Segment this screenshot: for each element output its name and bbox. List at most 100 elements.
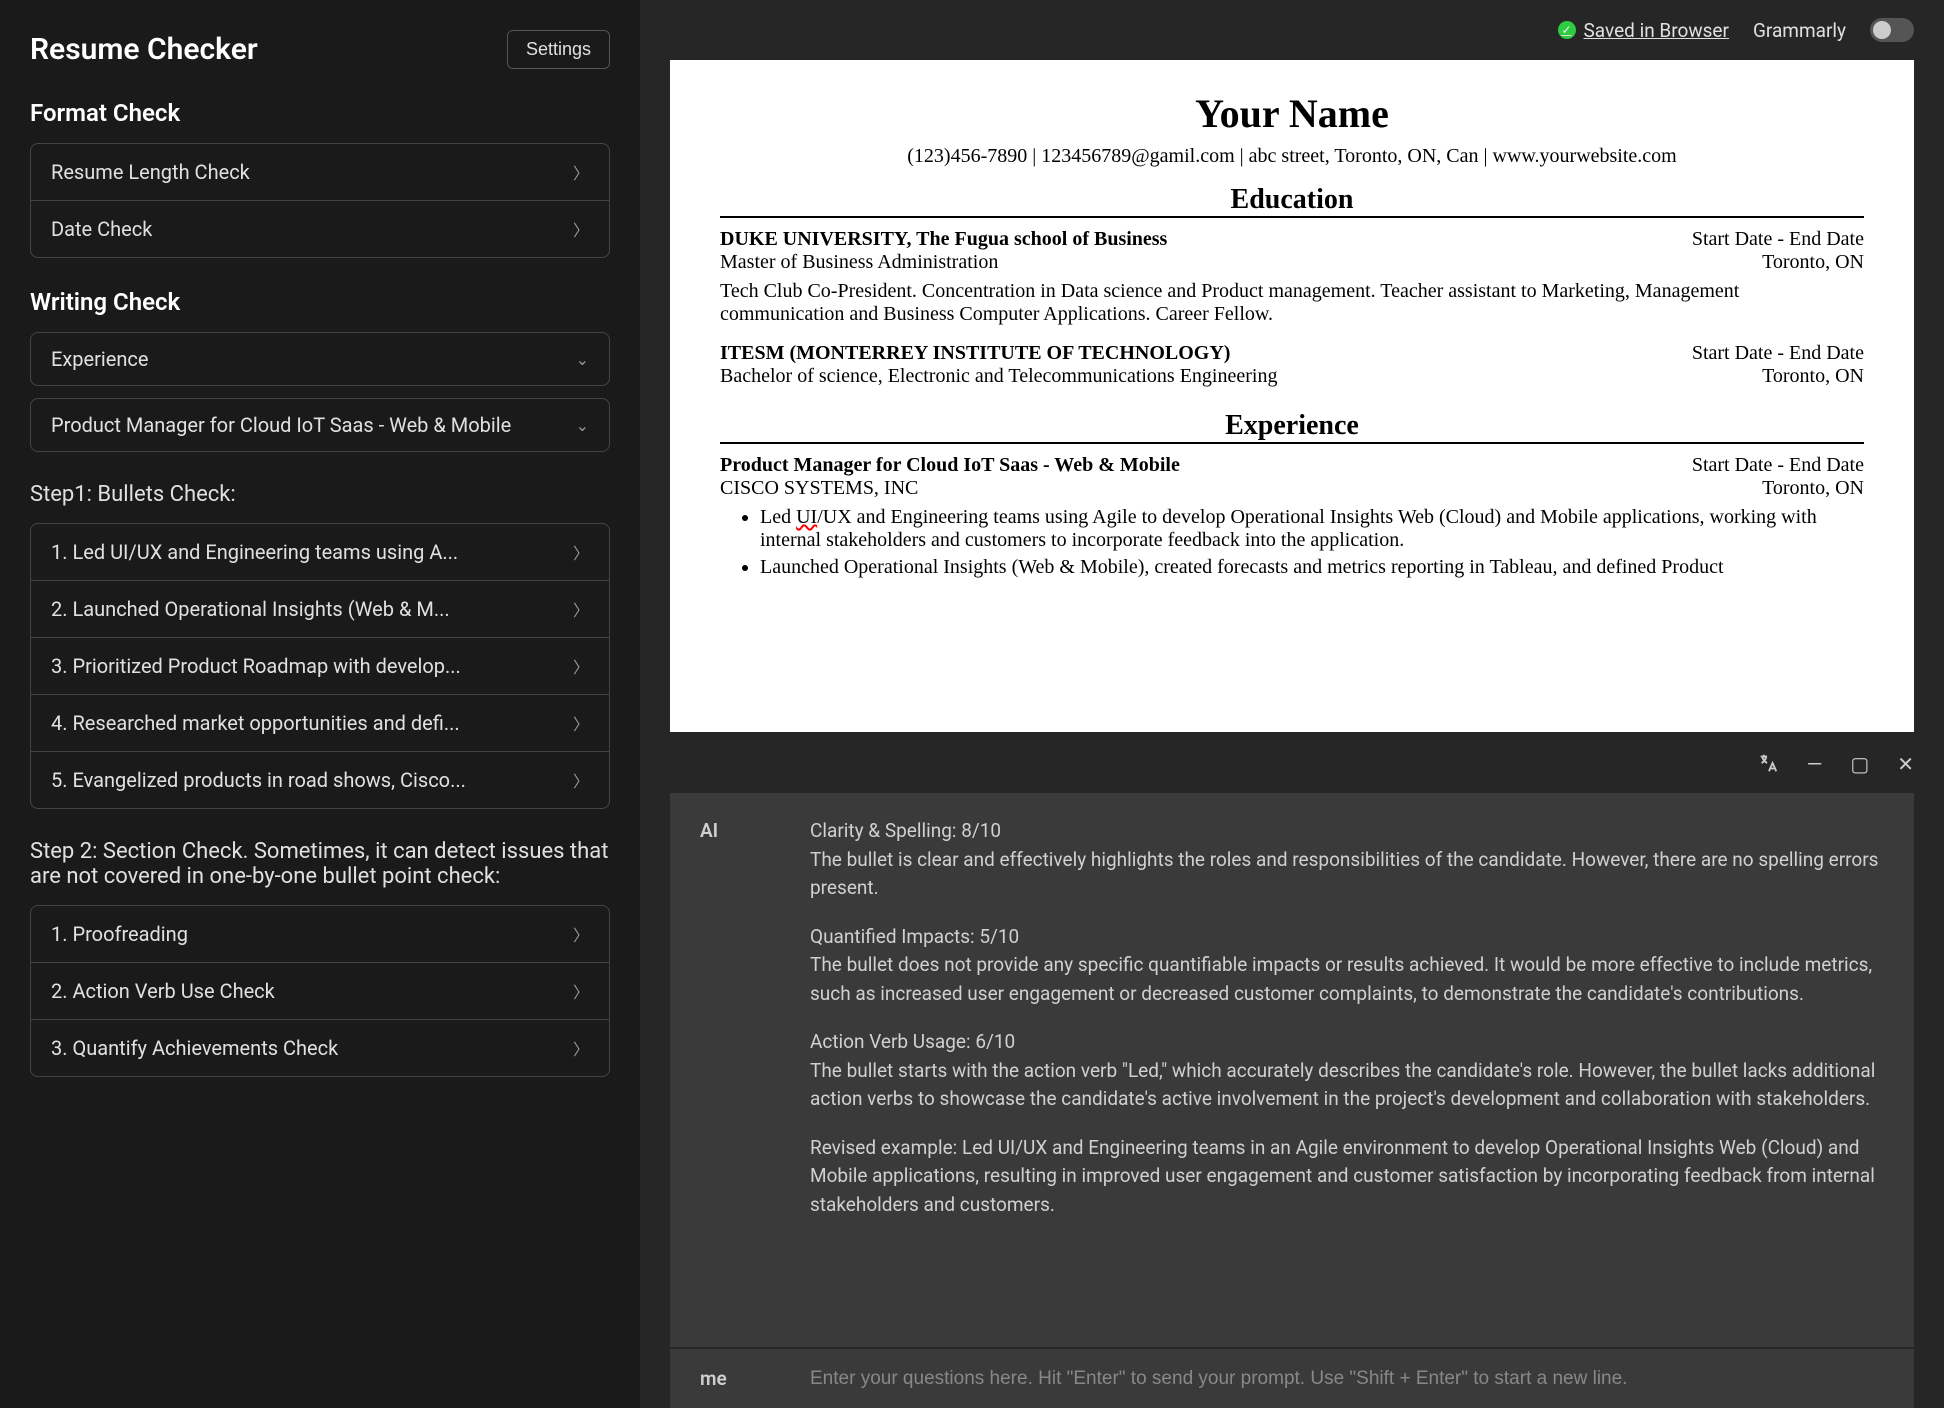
edu1-school: DUKE UNIVERSITY, The Fugua school of Bus… <box>720 228 1167 251</box>
ai-speaker-label: AI <box>700 817 780 1323</box>
quantify-check-row[interactable]: 3. Quantify Achievements Check 〉 <box>31 1020 609 1076</box>
spelling-error: UI <box>796 506 817 528</box>
ai-panel-controls: — ▢ ✕ <box>670 742 1914 793</box>
exp1-dates: Start Date - End Date <box>1692 454 1864 477</box>
main-area: ✓ Saved in Browser Grammarly Your Name (… <box>640 0 1944 1408</box>
verb-body: The bullet starts with the action verb "… <box>810 1059 1875 1111</box>
chevron-down-icon: ⌄ <box>576 416 589 435</box>
settings-button[interactable]: Settings <box>507 30 610 69</box>
app-title: Resume Checker <box>30 32 258 67</box>
dropdown-value: Product Manager for Cloud IoT Saas - Web… <box>51 413 511 437</box>
bullet-5-row[interactable]: 5. Evangelized products in road shows, C… <box>31 752 609 808</box>
ai-content: AI Clarity & Spelling: 8/10 The bullet is… <box>670 793 1914 1347</box>
exp1-location: Toronto, ON <box>1762 477 1864 506</box>
bullet-3-row[interactable]: 3. Prioritized Product Roadmap with deve… <box>31 638 609 695</box>
ai-panel: — ▢ ✕ AI Clarity & Spelling: 8/10 The bul… <box>640 732 1944 1408</box>
exp1-bullet-2: Launched Operational Insights (Web & Mob… <box>760 556 1864 579</box>
edu1-body: Tech Club Co-President. Concentration in… <box>720 280 1864 326</box>
chevron-right-icon: 〉 <box>573 922 589 946</box>
education-header: Education <box>720 184 1864 218</box>
chevron-right-icon: 〉 <box>573 217 589 241</box>
minimize-icon[interactable]: — <box>1807 752 1823 779</box>
format-check-list: Resume Length Check 〉 Date Check 〉 <box>30 143 610 258</box>
verb-heading: Action Verb Usage: 6/10 <box>810 1030 1015 1053</box>
ai-text: Clarity & Spelling: 8/10 The bullet is cl… <box>810 817 1884 1323</box>
chevron-right-icon: 〉 <box>573 654 589 678</box>
resume-length-check-row[interactable]: Resume Length Check 〉 <box>31 144 609 201</box>
exp1-row: Product Manager for Cloud IoT Saas - Web… <box>720 454 1864 477</box>
item-label: 2. Launched Operational Insights (Web & … <box>51 597 450 621</box>
edu1-degree: Master of Business Administration <box>720 251 998 274</box>
bullet-1-row[interactable]: 1. Led UI/UX and Engineering teams using… <box>31 524 609 581</box>
item-label: 3. Quantify Achievements Check <box>51 1036 338 1060</box>
chevron-right-icon: 〉 <box>573 597 589 621</box>
resume-preview[interactable]: Your Name (123)456-7890 | 123456789@gami… <box>670 60 1914 732</box>
item-label: 4. Researched market opportunities and d… <box>51 711 460 735</box>
position-dropdown[interactable]: Product Manager for Cloud IoT Saas - Web… <box>30 398 610 452</box>
saved-text: Saved in Browser <box>1584 19 1729 42</box>
step1-list: 1. Led UI/UX and Engineering teams using… <box>30 523 610 809</box>
close-icon[interactable]: ✕ <box>1897 752 1914 779</box>
saved-status[interactable]: ✓ Saved in Browser <box>1558 19 1729 42</box>
writing-check-title: Writing Check <box>30 288 610 316</box>
quant-heading: Quantified Impacts: 5/10 <box>810 925 1019 948</box>
edu1-degree-row: Master of Business Administration Toront… <box>720 251 1864 280</box>
chevron-right-icon: 〉 <box>573 768 589 792</box>
clarity-body: The bullet is clear and effectively high… <box>810 848 1878 900</box>
edu1-dates: Start Date - End Date <box>1692 228 1864 251</box>
action-verb-check-row[interactable]: 2. Action Verb Use Check 〉 <box>31 963 609 1020</box>
item-label: 1. Led UI/UX and Engineering teams using… <box>51 540 458 564</box>
edu2-row: ITESM (MONTERREY INSTITUTE OF TECHNOLOGY… <box>720 342 1864 365</box>
bullet-2-row[interactable]: 2. Launched Operational Insights (Web & … <box>31 581 609 638</box>
item-label: 1. Proofreading <box>51 922 188 946</box>
exp1-company-row: CISCO SYSTEMS, INC Toronto, ON <box>720 477 1864 506</box>
step2-title: Step 2: Section Check. Sometimes, it can… <box>30 839 610 889</box>
top-bar: ✓ Saved in Browser Grammarly <box>640 0 1944 60</box>
chevron-down-icon: ⌄ <box>576 350 589 369</box>
edu1-location: Toronto, ON <box>1762 251 1864 280</box>
item-label: Date Check <box>51 217 152 241</box>
proofreading-row[interactable]: 1. Proofreading 〉 <box>31 906 609 963</box>
revised-example: Revised example: Led UI/UX and Engineeri… <box>810 1134 1884 1220</box>
exp1-bullets: Led UI/UX and Engineering teams using Ag… <box>720 506 1864 579</box>
exp1-bullet-1: Led UI/UX and Engineering teams using Ag… <box>760 506 1864 552</box>
edu2-location: Toronto, ON <box>1762 365 1864 394</box>
chevron-right-icon: 〉 <box>573 711 589 735</box>
grammarly-label: Grammarly <box>1753 19 1846 42</box>
item-label: 2. Action Verb Use Check <box>51 979 275 1003</box>
edu1-row: DUKE UNIVERSITY, The Fugua school of Bus… <box>720 228 1864 251</box>
chevron-right-icon: 〉 <box>573 1036 589 1060</box>
format-check-title: Format Check <box>30 99 610 127</box>
quant-body: The bullet does not provide any specific… <box>810 953 1872 1005</box>
chevron-right-icon: 〉 <box>573 160 589 184</box>
date-check-row[interactable]: Date Check 〉 <box>31 201 609 257</box>
maximize-icon[interactable]: ▢ <box>1850 752 1869 779</box>
translate-icon[interactable] <box>1757 752 1779 779</box>
clarity-heading: Clarity & Spelling: 8/10 <box>810 819 1001 842</box>
sidebar-header: Resume Checker Settings <box>30 30 610 69</box>
ai-input[interactable] <box>810 1368 1884 1390</box>
exp1-company: CISCO SYSTEMS, INC <box>720 477 918 500</box>
resume-name: Your Name <box>720 90 1864 137</box>
edu2-dates: Start Date - End Date <box>1692 342 1864 365</box>
sidebar: Resume Checker Settings Format Check Res… <box>0 0 640 1408</box>
edu2-degree: Bachelor of science, Electronic and Tele… <box>720 365 1277 388</box>
item-label: 3. Prioritized Product Roadmap with deve… <box>51 654 461 678</box>
me-speaker-label: me <box>700 1367 780 1390</box>
bullet-4-row[interactable]: 4. Researched market opportunities and d… <box>31 695 609 752</box>
step2-list: 1. Proofreading 〉 2. Action Verb Use Che… <box>30 905 610 1077</box>
check-icon: ✓ <box>1558 21 1576 39</box>
edu2-school: ITESM (MONTERREY INSTITUTE OF TECHNOLOGY… <box>720 342 1230 365</box>
resume-contact: (123)456-7890 | 123456789@gamil.com | ab… <box>720 145 1864 168</box>
step1-title: Step1: Bullets Check: <box>30 482 610 507</box>
experience-dropdown[interactable]: Experience ⌄ <box>30 332 610 386</box>
exp1-title: Product Manager for Cloud IoT Saas - Web… <box>720 454 1180 477</box>
item-label: 5. Evangelized products in road shows, C… <box>51 768 466 792</box>
dropdown-value: Experience <box>51 347 149 371</box>
edu2-degree-row: Bachelor of science, Electronic and Tele… <box>720 365 1864 394</box>
experience-header: Experience <box>720 410 1864 444</box>
grammarly-toggle[interactable] <box>1870 18 1914 42</box>
item-label: Resume Length Check <box>51 160 250 184</box>
chevron-right-icon: 〉 <box>573 979 589 1003</box>
ai-input-row: me <box>670 1349 1914 1408</box>
